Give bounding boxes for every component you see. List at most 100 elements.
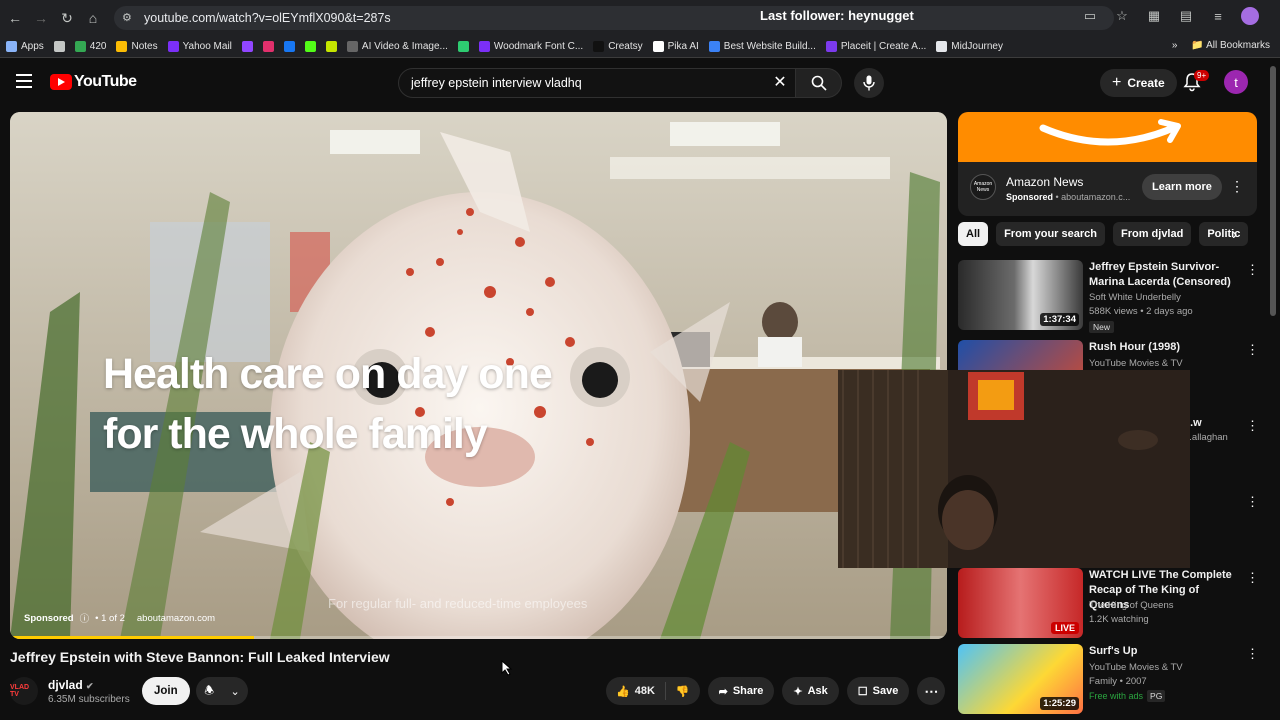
home-icon[interactable]: ⌂ [80, 5, 106, 31]
address-bar[interactable]: ⚙ youtube.com/watch?v=olEYmflX090&t=287s [114, 6, 1114, 30]
video-thumbnail[interactable]: 1:25:29 [958, 644, 1083, 714]
channel-name[interactable]: YouTube Movies & TV [1089, 662, 1183, 673]
channel-name[interactable]: The King of Queens [1089, 600, 1174, 611]
like-button[interactable]: 👍 48K [606, 682, 666, 700]
subscription-bell-button[interactable]: 🕭 ⌄ [196, 677, 248, 705]
bookmark-item[interactable]: Notes [116, 41, 158, 52]
bookmark-item[interactable] [304, 41, 316, 52]
verified-icon: ✔ [86, 681, 94, 691]
filter-chip[interactable]: Politic [1199, 222, 1249, 246]
chevron-right-icon[interactable]: › [1232, 226, 1237, 244]
more-vertical-icon[interactable]: ⋮ [1230, 178, 1244, 195]
search-button[interactable] [796, 68, 842, 98]
all-bookmarks-button[interactable]: 📁 All Bookmarks [1191, 40, 1270, 51]
more-vertical-icon[interactable]: ⋮ [1246, 262, 1259, 278]
bookmark-item[interactable]: Creatsy [593, 41, 643, 52]
bookmark-item[interactable] [53, 41, 65, 52]
save-button[interactable]: ☐ Save [846, 677, 910, 705]
extensions-icon[interactable]: ▦ [1144, 6, 1164, 26]
more-vertical-icon[interactable]: ⋮ [1246, 418, 1259, 434]
join-button[interactable]: Join [142, 677, 190, 705]
filter-chip[interactable]: All [958, 222, 989, 246]
recommended-video[interactable]: 1:37:34 Jeffrey Epstein Survivor-Marina … [958, 260, 1259, 333]
channel-name-main[interactable]: djvlad ✔ [48, 678, 94, 692]
chevron-down-icon: ⌄ [230, 685, 240, 698]
bookmark-item[interactable]: Woodmark Font C... [478, 41, 583, 52]
bookmark-item[interactable]: Pika AI [652, 41, 699, 52]
all-bookmarks-label: All Bookmarks [1206, 40, 1270, 51]
share-button[interactable]: ➦ Share [707, 677, 775, 705]
ask-button[interactable]: ✦ Ask [782, 677, 839, 705]
clear-search-icon[interactable]: ✕ [772, 75, 788, 91]
bookmark-item[interactable]: Apps [6, 41, 44, 52]
recommended-video[interactable]: LIVE WATCH LIVE The Complete Recap of Th… [958, 568, 1259, 638]
video-title[interactable]: Surf's Up [1089, 644, 1239, 659]
filter-chip[interactable]: From djvlad [1112, 222, 1192, 246]
recommended-video[interactable]: 1:25:29 Surf's Up YouTube Movies & TV Fa… [958, 644, 1259, 714]
voice-search-button[interactable] [854, 68, 884, 98]
create-label: Create [1127, 76, 1165, 90]
channel-avatar[interactable]: VLAD TV [10, 677, 38, 705]
video-player[interactable]: Health care on day one for the whole fam… [10, 112, 947, 639]
bookmark-item[interactable] [241, 41, 253, 52]
availability: Free with ads PG [1089, 690, 1166, 702]
youtube-logo[interactable]: YouTube [50, 73, 137, 91]
more-vertical-icon[interactable]: ⋮ [1246, 494, 1259, 510]
bookmark-item[interactable]: Yahoo Mail [167, 41, 232, 52]
more-vertical-icon[interactable]: ⋮ [1246, 342, 1259, 358]
more-vertical-icon[interactable]: ⋮ [1246, 570, 1259, 586]
bookmark-favicon-icon [74, 41, 86, 52]
bookmark-label: MidJourney [951, 41, 1003, 52]
side-panel-icon[interactable]: ▤ [1176, 6, 1196, 26]
ad-progress-bar[interactable] [10, 636, 947, 639]
channel-name[interactable]: YouTube Movies & TV [1089, 358, 1183, 369]
forward-icon[interactable]: → [28, 5, 54, 31]
chevron-double-right-icon[interactable]: » [1172, 40, 1178, 51]
menu-icon[interactable] [16, 74, 32, 88]
bookmark-item[interactable] [325, 41, 337, 52]
video-title[interactable]: ...w [1184, 416, 1234, 431]
page-scrollbar[interactable] [1270, 66, 1276, 316]
dislike-button[interactable]: 👎 [666, 685, 700, 698]
bookmark-item[interactable] [283, 41, 295, 52]
bookmark-label: 420 [89, 41, 107, 52]
video-thumbnail[interactable]: LIVE [958, 568, 1083, 638]
thumbs-up-icon: 👍 [616, 685, 630, 698]
create-button[interactable]: + Create [1100, 69, 1177, 97]
more-vertical-icon[interactable]: ⋮ [1246, 646, 1259, 662]
ad-caption: For regular full- and reduced-time emplo… [328, 596, 588, 611]
ad-domain-link[interactable]: aboutamazon.com [137, 613, 215, 624]
account-avatar[interactable]: t [1224, 70, 1248, 94]
bookmark-item[interactable]: Best Website Build... [708, 41, 816, 52]
info-icon[interactable]: ⓘ [80, 611, 90, 625]
bookmark-item[interactable]: MidJourney [936, 41, 1003, 52]
install-icon[interactable]: ▭ [1080, 6, 1100, 26]
site-info-icon[interactable]: ⚙ [122, 11, 136, 25]
more-actions-icon[interactable]: ⋯ [917, 677, 946, 705]
amazon-banner [958, 112, 1257, 162]
bookmark-item[interactable]: 420 [74, 41, 107, 52]
video-title[interactable]: Rush Hour (1998) [1089, 340, 1239, 355]
bookmark-item[interactable] [457, 41, 469, 52]
search-input[interactable] [398, 68, 796, 98]
video-title[interactable]: Jeffrey Epstein Survivor-Marina Lacerda … [1089, 260, 1239, 290]
filter-chip[interactable]: From your search [996, 222, 1105, 246]
channel-name[interactable]: Soft White Underbelly [1089, 292, 1181, 303]
back-icon[interactable]: ← [2, 5, 28, 31]
bookmark-star-icon[interactable]: ☆ [1112, 6, 1132, 26]
video-thumbnail[interactable]: 1:37:34 [958, 260, 1083, 330]
channel-name[interactable]: ...allaghan [1184, 432, 1228, 443]
filter-chips: All From your search From djvlad Politic [958, 222, 1257, 246]
like-count: 48K [634, 685, 655, 697]
sidebar-ad-card[interactable]: Amazon News Amazon News Sponsored • abou… [958, 112, 1257, 216]
profile-avatar[interactable] [1240, 6, 1260, 26]
learn-more-button[interactable]: Learn more [1142, 174, 1222, 200]
bookmark-item[interactable]: Placeit | Create A... [825, 41, 926, 52]
amazon-news-logo: Amazon News [970, 174, 996, 200]
media-icon[interactable]: ≡ [1208, 6, 1228, 26]
bookmark-item[interactable]: AI Video & Image... [346, 41, 448, 52]
url-text: youtube.com/watch?v=olEYmflX090&t=287s [144, 11, 391, 25]
ad-sponsored-label: Sponsored [24, 612, 74, 624]
reload-icon[interactable]: ↻ [54, 5, 80, 31]
bookmark-item[interactable] [262, 41, 274, 52]
